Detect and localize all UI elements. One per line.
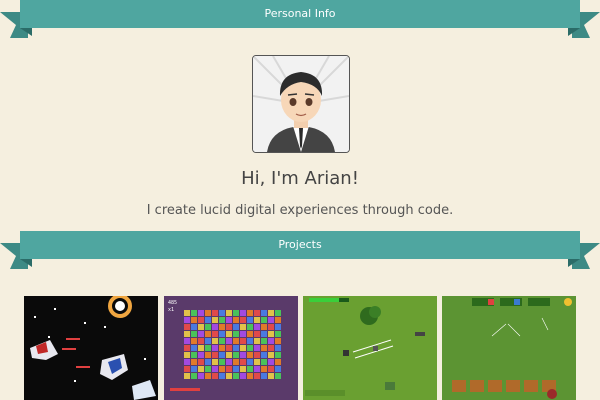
puzzle-score-text: 485 <box>168 300 177 306</box>
project-block-puzzle-thumbnail[interactable]: 485 x1 <box>164 296 298 400</box>
greeting-heading: Hi, I'm Arian! <box>241 168 359 189</box>
section-title-personal: Personal Info <box>264 7 336 20</box>
projects-gallery: 485 x1 <box>24 296 584 400</box>
tagline-text: I create lucid digital experiences throu… <box>146 203 454 218</box>
section-title-projects: Projects <box>278 238 322 251</box>
section-ribbon-projects: Projects <box>0 231 600 273</box>
project-farm-strategy-thumbnail[interactable] <box>442 296 576 400</box>
puzzle-multiplier-text: x1 <box>168 307 174 313</box>
project-topdown-shooter-thumbnail[interactable] <box>303 296 437 400</box>
avatar <box>252 55 350 153</box>
project-space-shooter-thumbnail[interactable] <box>24 296 158 400</box>
section-ribbon-personal: Personal Info <box>0 0 600 42</box>
